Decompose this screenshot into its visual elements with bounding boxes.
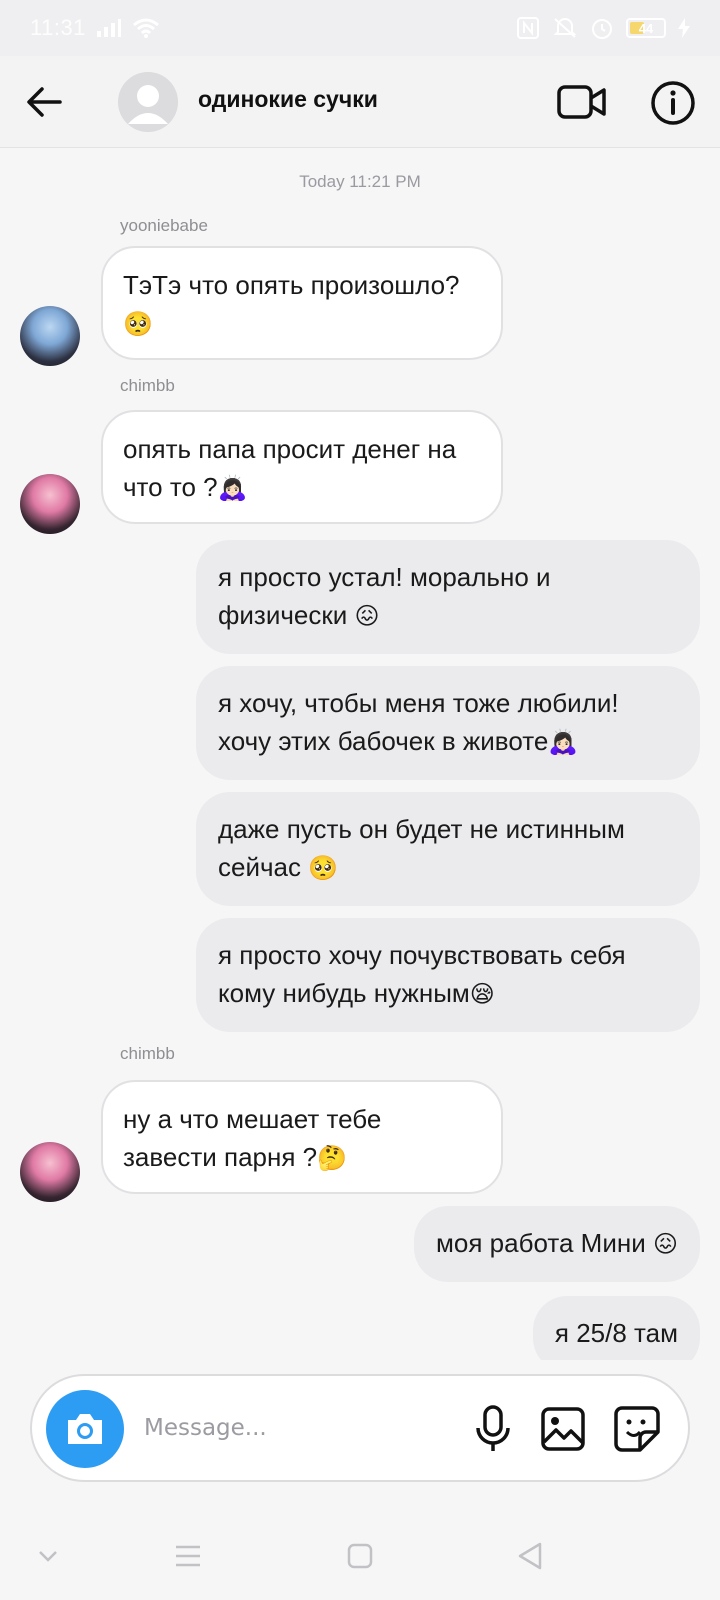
message-text: я просто устал! морально и физически bbox=[218, 562, 551, 630]
incoming-message-bubble[interactable]: опять папа просит денег на что то ?🙇🏻‍♀️ bbox=[101, 410, 503, 524]
wifi-icon bbox=[132, 18, 159, 38]
menu-icon[interactable] bbox=[170, 1538, 206, 1574]
message-text: моя работа Мини bbox=[436, 1228, 653, 1258]
message-text: опять папа просит денег на что то ? bbox=[123, 434, 457, 502]
status-left: 11:31 bbox=[30, 15, 160, 41]
group-avatar[interactable] bbox=[118, 72, 178, 132]
camera-button[interactable] bbox=[46, 1390, 124, 1468]
microphone-icon[interactable] bbox=[470, 1404, 516, 1454]
gallery-icon[interactable] bbox=[540, 1406, 586, 1452]
info-icon[interactable] bbox=[650, 80, 696, 126]
message-text: даже пусть он будет не истинным сейчас bbox=[218, 814, 625, 882]
message-sender: yooniebabe bbox=[120, 216, 208, 235]
confounded-face-emoji: 😖 bbox=[652, 1231, 678, 1259]
outgoing-message-bubble[interactable]: я хочу, чтобы меня тоже любили! хочу эти… bbox=[196, 666, 700, 780]
message-text: я 25/8 там bbox=[554, 1318, 678, 1348]
status-time: 11:31 bbox=[30, 15, 86, 40]
home-icon[interactable] bbox=[342, 1538, 378, 1574]
sender-avatar[interactable] bbox=[20, 474, 80, 534]
battery-icon: 44 bbox=[626, 18, 666, 38]
message-input[interactable] bbox=[144, 1406, 444, 1450]
conversation-header: одинокие сучки bbox=[0, 56, 720, 148]
nfc-icon bbox=[517, 17, 539, 39]
chevron-down-icon[interactable] bbox=[30, 1538, 66, 1574]
outgoing-message-bubble[interactable]: я просто устал! морально и физически 😖 bbox=[196, 540, 700, 654]
back-arrow-icon[interactable] bbox=[22, 80, 66, 124]
pleading-face-emoji: 🥺 bbox=[123, 311, 153, 339]
camera-icon bbox=[68, 1414, 102, 1444]
default-avatar-icon bbox=[118, 72, 178, 132]
incoming-message-bubble[interactable]: ну а что мешает тебе завести парня ?🤔 bbox=[101, 1080, 503, 1194]
conversation-title[interactable]: одинокие сучки bbox=[198, 86, 378, 113]
message-list[interactable]: Today 11:21 PM yooniebabe ТэТэ что опять… bbox=[0, 148, 720, 1360]
outgoing-message-bubble[interactable]: моя работа Мини 😖 bbox=[414, 1206, 700, 1282]
outgoing-message-bubble[interactable]: даже пусть он будет не истинным сейчас 🥺 bbox=[196, 792, 700, 906]
battery-level: 44 bbox=[638, 20, 654, 36]
alarm-icon bbox=[592, 19, 612, 39]
outgoing-message-bubble[interactable]: я 25/8 там bbox=[532, 1296, 700, 1360]
signal-icon bbox=[96, 19, 121, 37]
bowing-woman-emoji: 🙇🏻‍♀️ bbox=[217, 475, 248, 503]
message-composer bbox=[30, 1374, 690, 1482]
sender-avatar[interactable] bbox=[20, 1142, 80, 1202]
message-sender: chimbb bbox=[120, 1044, 175, 1063]
video-call-icon[interactable] bbox=[556, 78, 608, 126]
charging-icon bbox=[678, 18, 690, 38]
status-right: 44 bbox=[516, 16, 690, 40]
sticker-icon[interactable] bbox=[612, 1404, 662, 1454]
message-text: я просто хочу почувствовать себя кому ни… bbox=[218, 940, 626, 1008]
status-bar: 11:31 44 bbox=[0, 0, 720, 56]
pleading-face-emoji: 🥺 bbox=[308, 855, 339, 883]
system-nav-bar bbox=[0, 1512, 720, 1600]
chat-timestamp: Today 11:21 PM bbox=[299, 172, 421, 191]
confounded-face-emoji: 😖 bbox=[354, 603, 380, 631]
sender-avatar[interactable] bbox=[20, 306, 80, 366]
message-sender: chimbb bbox=[120, 376, 175, 395]
outgoing-message-bubble[interactable]: я просто хочу почувствовать себя кому ни… bbox=[196, 918, 700, 1032]
mute-icon bbox=[553, 18, 577, 38]
thinking-face-emoji: 🤔 bbox=[317, 1145, 348, 1173]
sleepy-face-emoji: 😪 bbox=[469, 981, 495, 1009]
incoming-message-bubble[interactable]: ТэТэ что опять произошло? 🥺 bbox=[101, 246, 503, 360]
back-triangle-icon[interactable] bbox=[512, 1538, 548, 1574]
message-text: ТэТэ что опять произошло? bbox=[123, 270, 460, 300]
bowing-woman-emoji: 🙇🏻‍♀️ bbox=[548, 729, 579, 757]
